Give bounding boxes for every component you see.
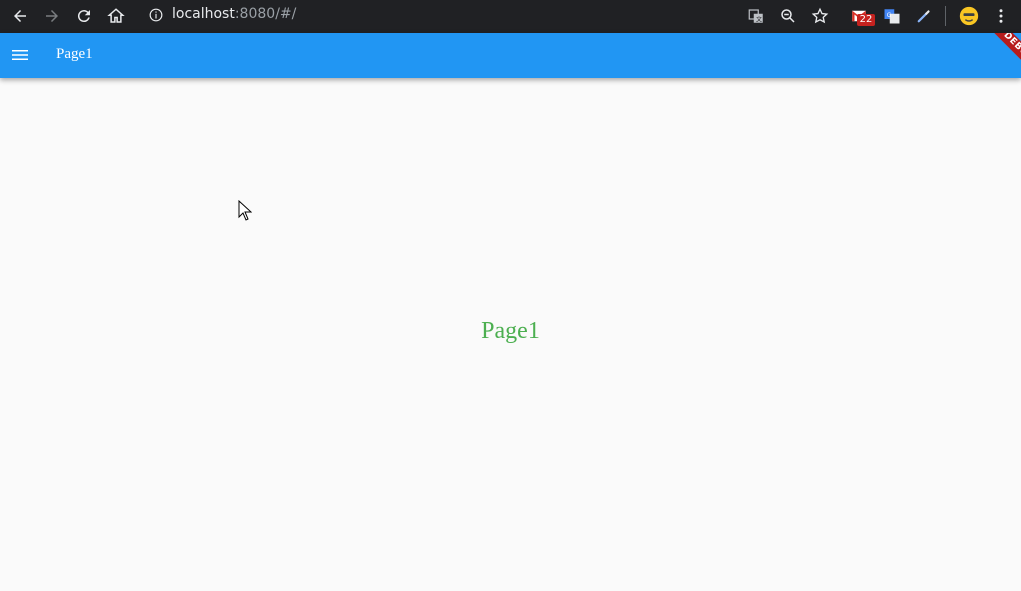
home-icon bbox=[107, 8, 125, 23]
translate-icon: 文 bbox=[748, 9, 763, 23]
menu-icon bbox=[12, 50, 28, 60]
site-info-icon[interactable] bbox=[146, 5, 166, 25]
google-translate-icon: G bbox=[884, 9, 900, 24]
browser-menu-button[interactable] bbox=[988, 3, 1014, 29]
toolbar-divider bbox=[945, 6, 946, 26]
reload-button[interactable] bbox=[71, 3, 97, 29]
svg-text:文: 文 bbox=[756, 15, 762, 23]
profile-button[interactable] bbox=[956, 3, 982, 29]
address-bar[interactable]: localhost:8080/#/ bbox=[172, 5, 296, 23]
forward-button[interactable] bbox=[39, 3, 65, 29]
star-icon bbox=[811, 7, 829, 24]
home-button[interactable] bbox=[103, 3, 129, 29]
url-path: :8080/#/ bbox=[234, 6, 297, 22]
arrow-left-icon bbox=[14, 10, 26, 22]
bookmark-button[interactable] bbox=[807, 3, 833, 29]
arrow-right-icon bbox=[46, 10, 58, 22]
svg-text:G: G bbox=[887, 12, 892, 19]
eyedropper-icon bbox=[917, 10, 930, 23]
browser-toolbar: localhost:8080/#/ 文 22 G bbox=[0, 0, 1021, 33]
page-title: Page1 bbox=[56, 46, 93, 62]
zoom-out-icon bbox=[781, 9, 795, 23]
app-bar: Page1 bbox=[0, 33, 1021, 78]
url-host: localhost bbox=[172, 6, 235, 22]
google-translate-extension-button[interactable]: G bbox=[879, 3, 905, 29]
back-button[interactable] bbox=[7, 3, 33, 29]
color-picker-extension-button[interactable] bbox=[911, 3, 937, 29]
gmail-unread-badge: 22 bbox=[857, 14, 875, 26]
drawer-menu-button[interactable] bbox=[8, 43, 32, 67]
page-body-text: Page1 bbox=[481, 318, 540, 344]
translate-button[interactable]: 文 bbox=[743, 3, 769, 29]
avatar bbox=[959, 6, 979, 26]
zoom-button[interactable] bbox=[775, 3, 801, 29]
mouse-cursor-icon bbox=[238, 200, 252, 221]
more-vert-icon bbox=[999, 9, 1003, 23]
reload-icon bbox=[77, 10, 90, 23]
